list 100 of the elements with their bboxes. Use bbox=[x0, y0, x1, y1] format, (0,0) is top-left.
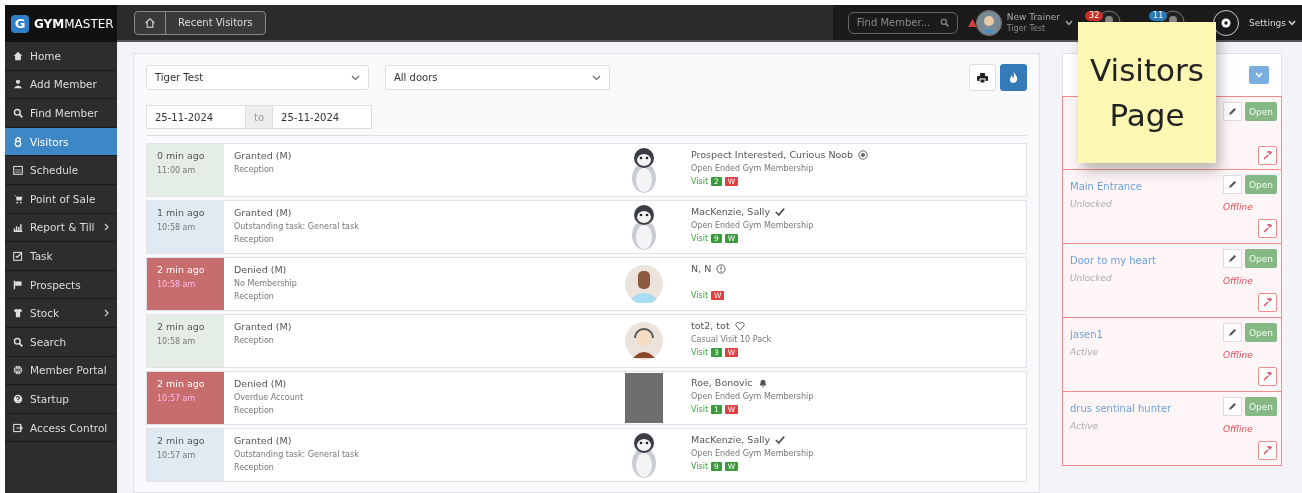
date-from-field[interactable]: 25-11-2024 bbox=[146, 105, 246, 129]
caret-icon bbox=[1255, 72, 1263, 78]
door-status: Offline bbox=[1222, 276, 1253, 286]
count-badge: 32 bbox=[1085, 11, 1104, 21]
time-ago: 1 min ago bbox=[157, 207, 206, 218]
pencil-icon bbox=[1227, 328, 1237, 337]
visit-label: Visit bbox=[691, 177, 709, 186]
access-note: Reception bbox=[234, 292, 275, 301]
caret-icon bbox=[351, 74, 360, 81]
date-to-field[interactable]: 25-11-2024 bbox=[272, 105, 373, 129]
user-icon bbox=[13, 79, 23, 90]
member-name[interactable]: tot2, tot bbox=[691, 320, 730, 331]
check-icon bbox=[775, 434, 786, 445]
edit-button[interactable] bbox=[1222, 175, 1242, 194]
print-button[interactable] bbox=[969, 64, 996, 91]
visit-label: Visit bbox=[691, 462, 709, 471]
user-name[interactable]: New Trainer bbox=[1006, 11, 1061, 23]
pencil-icon bbox=[1227, 254, 1237, 263]
access-note: Reception bbox=[234, 463, 275, 472]
repair-button[interactable] bbox=[1258, 366, 1277, 386]
check-icon bbox=[775, 206, 786, 217]
search-icon bbox=[939, 18, 949, 27]
repair-button[interactable] bbox=[1258, 145, 1277, 165]
member-name[interactable]: Roe, Bonovic bbox=[691, 377, 753, 388]
edit-button[interactable] bbox=[1222, 102, 1242, 121]
sidebar-item[interactable]: Find Member bbox=[5, 99, 117, 128]
target-icon bbox=[858, 149, 869, 160]
sidebar-item[interactable]: Prospects bbox=[5, 270, 117, 300]
find-member-field[interactable]: Find Member... bbox=[847, 11, 958, 34]
sidebar-item[interactable]: Schedule bbox=[5, 156, 117, 185]
sidebar-item[interactable]: Stock bbox=[5, 299, 117, 328]
access-result: Granted (M) bbox=[234, 150, 293, 161]
membership-type: Open Ended Gym Membership bbox=[691, 164, 814, 173]
pencil-icon bbox=[1227, 180, 1237, 189]
time-ago: 2 min ago bbox=[157, 435, 206, 446]
lock-icon bbox=[13, 136, 23, 147]
access-result: Denied (M) bbox=[234, 378, 288, 389]
sidebar-item[interactable]: Member Portal bbox=[5, 356, 117, 386]
sidebar-item[interactable]: Add Member bbox=[5, 70, 117, 100]
flame-icon bbox=[1009, 72, 1018, 83]
edit-button[interactable] bbox=[1222, 323, 1242, 342]
count-badge: 11 bbox=[1149, 11, 1168, 21]
access-result: Denied (M) bbox=[234, 264, 288, 275]
globe-icon bbox=[13, 365, 23, 376]
sidebar-item[interactable]: Task bbox=[5, 242, 117, 271]
door-status: Offline bbox=[1222, 202, 1253, 212]
penguin-drawing bbox=[629, 146, 659, 194]
club-select[interactable]: Tiger Test bbox=[146, 65, 369, 90]
print-icon bbox=[977, 72, 988, 83]
door-state: Active bbox=[1070, 421, 1098, 431]
avatar-icon[interactable] bbox=[975, 9, 1002, 36]
wrench-icon bbox=[1263, 297, 1272, 307]
membership-type: Open Ended Gym Membership bbox=[691, 392, 814, 401]
wrench-icon bbox=[1263, 150, 1272, 160]
wrench-icon bbox=[1263, 445, 1272, 455]
membership-type: Open Ended Gym Membership bbox=[691, 221, 814, 230]
sidebar-item[interactable]: Startup bbox=[5, 385, 117, 414]
membership-type: Casual Visit 10 Pack bbox=[691, 335, 772, 344]
repair-button[interactable] bbox=[1258, 440, 1277, 460]
heart-icon bbox=[734, 320, 745, 331]
access-note: Outstanding task: General task bbox=[234, 222, 360, 231]
sidebar-item[interactable]: Report & Till bbox=[5, 213, 117, 243]
chart-icon bbox=[13, 222, 23, 233]
sidebar-item[interactable]: Search bbox=[5, 327, 117, 357]
fire-button[interactable] bbox=[1000, 64, 1027, 91]
member-name[interactable]: N, N bbox=[691, 263, 712, 274]
sticky-note: Visitors Page bbox=[1078, 22, 1216, 163]
access-note: Reception bbox=[234, 336, 275, 345]
logo-text: GYMMASTER bbox=[34, 16, 114, 31]
visit-time: 10:58 am bbox=[157, 280, 197, 289]
caret-icon[interactable] bbox=[1065, 19, 1074, 26]
repair-button[interactable] bbox=[1258, 218, 1277, 238]
sidebar-item[interactable]: Access Control bbox=[5, 413, 117, 443]
pencil-icon bbox=[1227, 402, 1237, 411]
settings-menu[interactable]: Settings bbox=[1249, 17, 1296, 28]
visit-time: 10:57 am bbox=[157, 451, 197, 460]
logo-icon: G bbox=[11, 14, 29, 33]
edit-button[interactable] bbox=[1222, 397, 1242, 416]
repair-button[interactable] bbox=[1258, 292, 1277, 312]
access-note: Outstanding task: General task bbox=[234, 450, 360, 459]
visit-time: 11:00 am bbox=[157, 166, 197, 175]
member-name[interactable]: MacKenzie, Sally bbox=[691, 434, 771, 445]
help-icon bbox=[13, 393, 23, 404]
membership-type: Open Ended Gym Membership bbox=[691, 449, 814, 458]
access-note: Overdue Account bbox=[234, 393, 304, 402]
member-name[interactable]: Prospect Interested, Curious Noob bbox=[691, 149, 854, 160]
sidebar-item[interactable]: Home bbox=[5, 42, 117, 71]
access-note: Reception bbox=[234, 235, 275, 244]
task-icon bbox=[13, 250, 23, 261]
door-state: Unlocked bbox=[1070, 199, 1112, 209]
sidebar-item[interactable]: Visitors bbox=[5, 127, 117, 157]
penguin-drawing bbox=[629, 203, 659, 251]
door-select[interactable]: All doors bbox=[385, 65, 610, 90]
door-state: Active bbox=[1070, 347, 1098, 357]
avatar-icon bbox=[625, 322, 663, 360]
edit-button[interactable] bbox=[1222, 249, 1242, 268]
member-name[interactable]: MacKenzie, Sally bbox=[691, 206, 771, 217]
sidebar-item[interactable]: Point of Sale bbox=[5, 184, 117, 214]
visit-label: Visit bbox=[691, 405, 709, 414]
pencil-icon bbox=[1227, 107, 1237, 116]
